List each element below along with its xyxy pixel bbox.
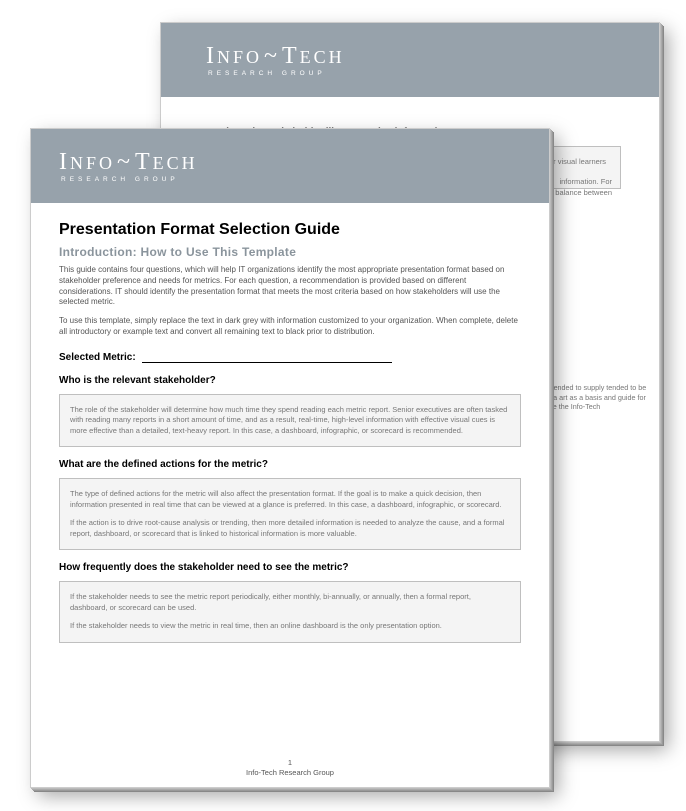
question-2: What are the defined actions for the met… [59, 459, 521, 470]
document-page-front: INFO~TECH RESEARCH GROUP Presentation Fo… [30, 128, 550, 788]
intro-heading: Introduction: How to Use This Template [59, 245, 521, 259]
page-number: 1 [31, 758, 549, 767]
selected-metric-blank-line [142, 353, 392, 363]
answer-2-text-p1: The type of defined actions for the metr… [70, 489, 510, 510]
brand-subtext: RESEARCH GROUP [59, 176, 179, 183]
brand-logo-text: INFO~TECH [59, 150, 198, 174]
answer-3-text-p1: If the stakeholder needs to see the metr… [70, 592, 510, 613]
answer-4-frag-a: information. For [559, 177, 612, 186]
selected-metric-label: Selected Metric: [59, 352, 136, 363]
answer-4-frag-b: ght balance between [543, 188, 612, 197]
intro-paragraph-1: This guide contains four questions, whic… [59, 265, 521, 308]
brand-header-front: INFO~TECH RESEARCH GROUP [31, 129, 549, 203]
page-title: Presentation Format Selection Guide [59, 221, 521, 239]
answer-2-box: The type of defined actions for the metr… [59, 478, 521, 550]
brand-subtext: RESEARCH GROUP [206, 70, 326, 77]
brand-logo-text: INFO~TECH [206, 44, 345, 68]
page-footer: 1 Info-Tech Research Group [31, 758, 549, 777]
answer-3-box: If the stakeholder needs to see the metr… [59, 581, 521, 643]
answer-1-text: The role of the stakeholder will determi… [70, 405, 510, 437]
question-3: How frequently does the stakeholder need… [59, 562, 521, 573]
front-content: Presentation Format Selection Guide Intr… [31, 203, 549, 653]
answer-3-text-p2: If the stakeholder needs to view the met… [70, 621, 510, 632]
brand-header-back: INFO~TECH RESEARCH GROUP [161, 23, 659, 97]
footer-org: Info-Tech Research Group [246, 768, 334, 777]
answer-1-box: The role of the stakeholder will determi… [59, 394, 521, 448]
question-1: Who is the relevant stakeholder? [59, 375, 521, 386]
selected-metric-row: Selected Metric: [59, 352, 521, 363]
answer-2-text-p2: If the action is to drive root-cause ana… [70, 518, 510, 539]
intro-paragraph-2: To use this template, simply replace the… [59, 316, 521, 338]
